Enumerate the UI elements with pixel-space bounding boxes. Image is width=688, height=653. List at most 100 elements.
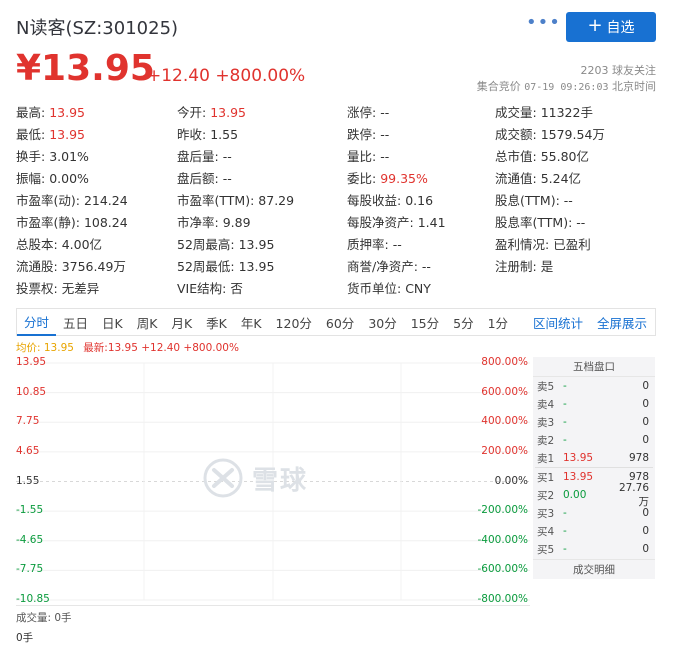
order-price: 13.95 (563, 452, 594, 464)
y-tick-left: 13.95 (16, 356, 47, 368)
order-qty: 0 (642, 398, 649, 410)
quote-cell: 振幅: 0.00% (16, 168, 177, 187)
quote-value: 0.16 (405, 192, 434, 208)
quote-cell: 成交额: 1579.54万 (495, 124, 656, 143)
order-price: - (563, 525, 567, 537)
range-stats-link[interactable]: 区间统计 (533, 313, 583, 332)
chart-legend: 均价: 13.95 最新:13.95 +12.40 +800.00% (16, 340, 239, 355)
quote-value: -- (380, 104, 390, 120)
timezone-label: 北京时间 (612, 80, 656, 93)
quote-cell: 最低: 13.95 (16, 124, 177, 143)
quote-label: 流通值: (495, 170, 537, 186)
quote-cell: 货币单位: CNY (347, 278, 495, 297)
quote-cell: 市净率: 9.89 (177, 212, 347, 231)
tab-period[interactable]: 季K (199, 309, 234, 336)
quote-value: 87.29 (258, 192, 295, 208)
tab-period[interactable]: 1分 (481, 309, 515, 336)
y-tick-right: -200.00% (477, 504, 528, 517)
quote-label: 涨停: (347, 104, 377, 120)
y-tick-left: 7.75 (16, 415, 40, 428)
quote-value: -- (421, 258, 431, 274)
quote-value: CNY (405, 280, 431, 296)
order-book-row: 买5- 0 (533, 540, 655, 558)
quote-label: 盘后额: (177, 170, 219, 186)
order-qty: 0 (642, 507, 649, 519)
tab-period[interactable]: 分时 (17, 309, 57, 336)
order-book-row: 卖2- 0 (533, 431, 655, 449)
tab-period[interactable]: 月K (164, 309, 199, 336)
quote-value: 1.41 (417, 214, 446, 230)
quote-label: 市盈率(动): (16, 192, 80, 208)
follower-label: 球友关注 (612, 64, 656, 77)
order-book-row: 买3- 0 (533, 504, 655, 522)
latest-price-legend: 最新:13.95 +12.40 +800.00% (83, 342, 239, 354)
quote-label: 52周最低: (177, 258, 235, 274)
quote-value: 是 (540, 258, 554, 274)
y-tick-right: 600.00% (481, 385, 528, 398)
quote-cell: 盘后量: -- (177, 146, 347, 165)
follower-count: 2203 (580, 64, 609, 77)
watermark: 雪球 (202, 457, 308, 499)
quote-value: 13.95 (238, 236, 275, 252)
quote-cell: 跌停: -- (347, 124, 495, 143)
order-level-label: 卖4 (537, 398, 555, 411)
order-price: - (563, 416, 567, 428)
volume-label: 成交量: 0手 (16, 612, 72, 624)
quote-label: 最高: (16, 104, 46, 120)
order-qty: 0 (642, 434, 649, 446)
quote-value: -- (222, 148, 232, 164)
tab-period[interactable]: 5分 (446, 309, 480, 336)
order-qty: 0 (642, 525, 649, 537)
quote-label: 商誉/净资产: (347, 258, 418, 274)
tab-period[interactable]: 120分 (269, 309, 319, 336)
add-to-watchlist-button[interactable]: + 自选 (566, 12, 656, 42)
follower-info[interactable]: 2203 球友关注 (581, 62, 657, 78)
order-book-row: 卖5- 0 (533, 377, 655, 395)
order-level-label: 卖2 (537, 434, 555, 447)
more-dots-icon[interactable]: ••• (526, 12, 561, 33)
tab-period[interactable]: 30分 (361, 309, 403, 336)
tab-period[interactable]: 日K (95, 309, 130, 336)
quote-row: 流通股: 3756.49万 52周最低: 13.95 商誉/净资产: -- 注册制: … (16, 254, 656, 276)
order-book-row: 卖1 13.95 978 (533, 449, 655, 467)
fullscreen-link[interactable]: 全屏展示 (597, 313, 647, 332)
order-qty: 27.76万 (618, 481, 649, 508)
volume-zero-label: 0手 (16, 632, 34, 644)
order-book-row: 买4- 0 (533, 522, 655, 540)
quote-cell: 盘后额: -- (177, 168, 347, 187)
quote-label: 每股收益: (347, 192, 402, 208)
tab-period[interactable]: 周K (130, 309, 165, 336)
quote-value: 13.95 (49, 104, 85, 120)
chart-actions: 区间统计 全屏展示 (533, 313, 655, 332)
quote-cell: 盈利情况: 已盈利 (495, 234, 656, 253)
order-level-label: 买2 (537, 489, 555, 502)
y-tick-right: 800.00% (481, 356, 528, 368)
quote-value: 214.24 (83, 192, 128, 208)
quote-cell: 52周最高: 13.95 (177, 234, 347, 253)
quote-label: 最低: (16, 126, 46, 142)
quote-label: 总股本: (16, 236, 58, 252)
tab-period[interactable]: 年K (234, 309, 269, 336)
order-level-label: 卖5 (537, 380, 555, 393)
quote-value: -- (222, 170, 232, 186)
quote-cell: 总市值: 55.80亿 (495, 146, 656, 165)
quote-row: 最高: 13.95 今开: 13.95 涨停: -- 成交量: 11322手 (16, 100, 656, 122)
quote-value: -- (563, 192, 573, 208)
order-level-label: 买1 (537, 471, 555, 484)
tab-period[interactable]: 五日 (56, 309, 95, 336)
quote-cell: 总股本: 4.00亿 (16, 234, 177, 253)
order-book-row: 买2 0.00 27.76万 (533, 482, 655, 508)
quote-value: 5.24亿 (540, 170, 582, 186)
y-tick-left: 4.65 (16, 444, 40, 457)
quote-value: -- (380, 126, 390, 142)
trade-detail-link[interactable]: 成交明细 (533, 559, 655, 579)
quote-cell: 市盈率(静): 108.24 (16, 212, 177, 231)
tab-period[interactable]: 15分 (404, 309, 446, 336)
quote-cell: 商誉/净资产: -- (347, 256, 495, 275)
quote-cell: 股息(TTM): -- (495, 190, 656, 209)
avg-price-legend: 均价: 13.95 (16, 342, 74, 354)
tab-period[interactable]: 60分 (319, 309, 361, 336)
status-timestamp: 07-19 09:26:03 (524, 82, 609, 93)
quote-label: VIE结构: (177, 280, 227, 296)
quote-label: 货币单位: (347, 280, 402, 296)
